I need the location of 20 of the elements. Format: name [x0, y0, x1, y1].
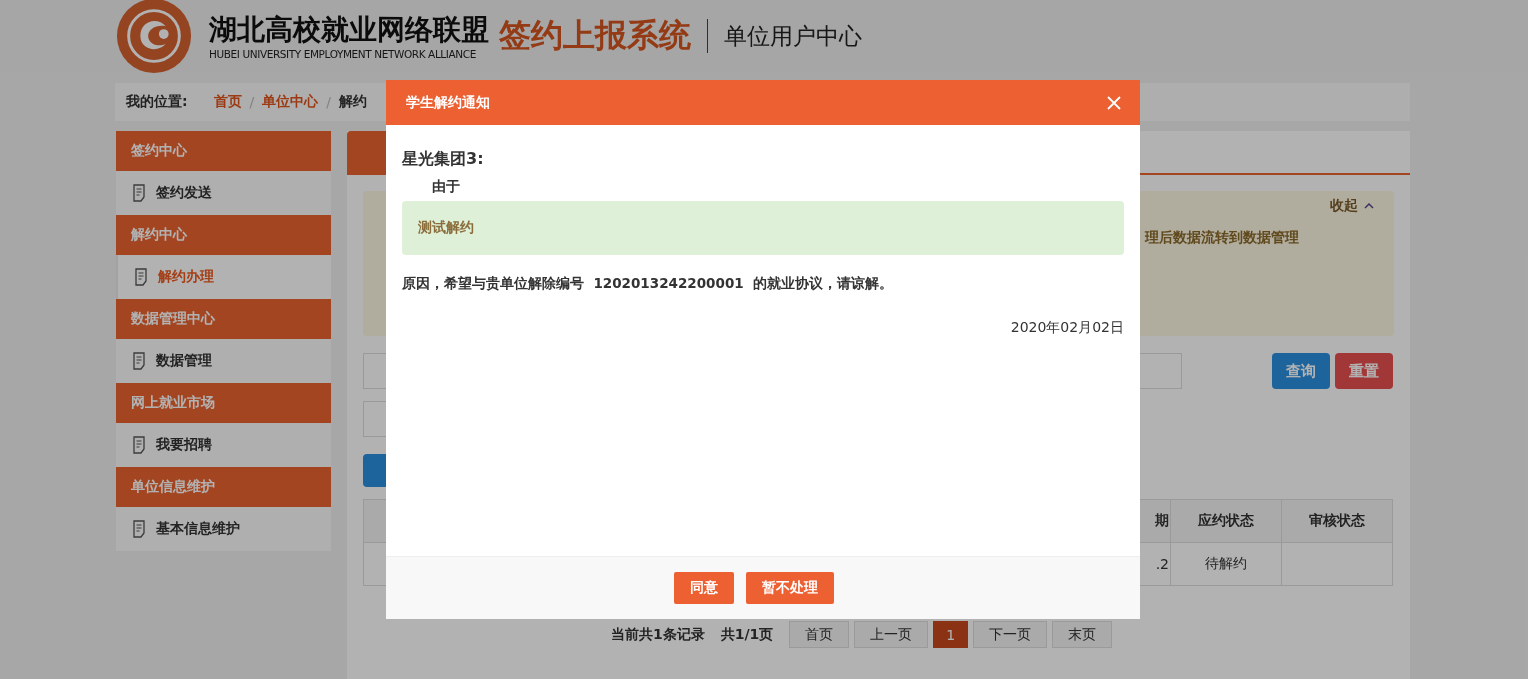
- system-name: 签约上报系统: [499, 15, 691, 56]
- dialog-title: 学生解约通知: [406, 93, 490, 112]
- notice-text: 理后数据流转到数据管理: [1145, 229, 1299, 247]
- organization-english-name: HUBEI UNIVERSITY EMPLOYMENT NETWORK ALLIANCE: [209, 48, 477, 60]
- record-count: 当前共1条记录: [611, 625, 705, 644]
- table-cell: 待解约: [1170, 542, 1282, 586]
- reason-box: 测试解约: [402, 201, 1124, 255]
- column-header: 应约状态: [1170, 499, 1282, 543]
- organization-name: 湖北高校就业网络联盟: [209, 12, 489, 48]
- column-header: 审核状态: [1281, 499, 1393, 543]
- page-count: 共1/1页: [720, 625, 774, 644]
- message-text: 原因，希望与贵单位解除编号 1202013242200001 的就业协议，请谅解。: [402, 275, 894, 293]
- breadcrumb-label: 我的位置:: [126, 93, 188, 111]
- center-name: 单位用户中心: [707, 19, 862, 53]
- intro-text: 由于: [432, 178, 460, 196]
- company-name: 星光集团3:: [402, 149, 484, 170]
- breadcrumb-current: 解约: [339, 93, 368, 111]
- breadcrumb-separator: /: [326, 94, 332, 110]
- date-text: 2020年02月02日: [1010, 319, 1124, 337]
- breadcrumb-separator: /: [249, 94, 255, 110]
